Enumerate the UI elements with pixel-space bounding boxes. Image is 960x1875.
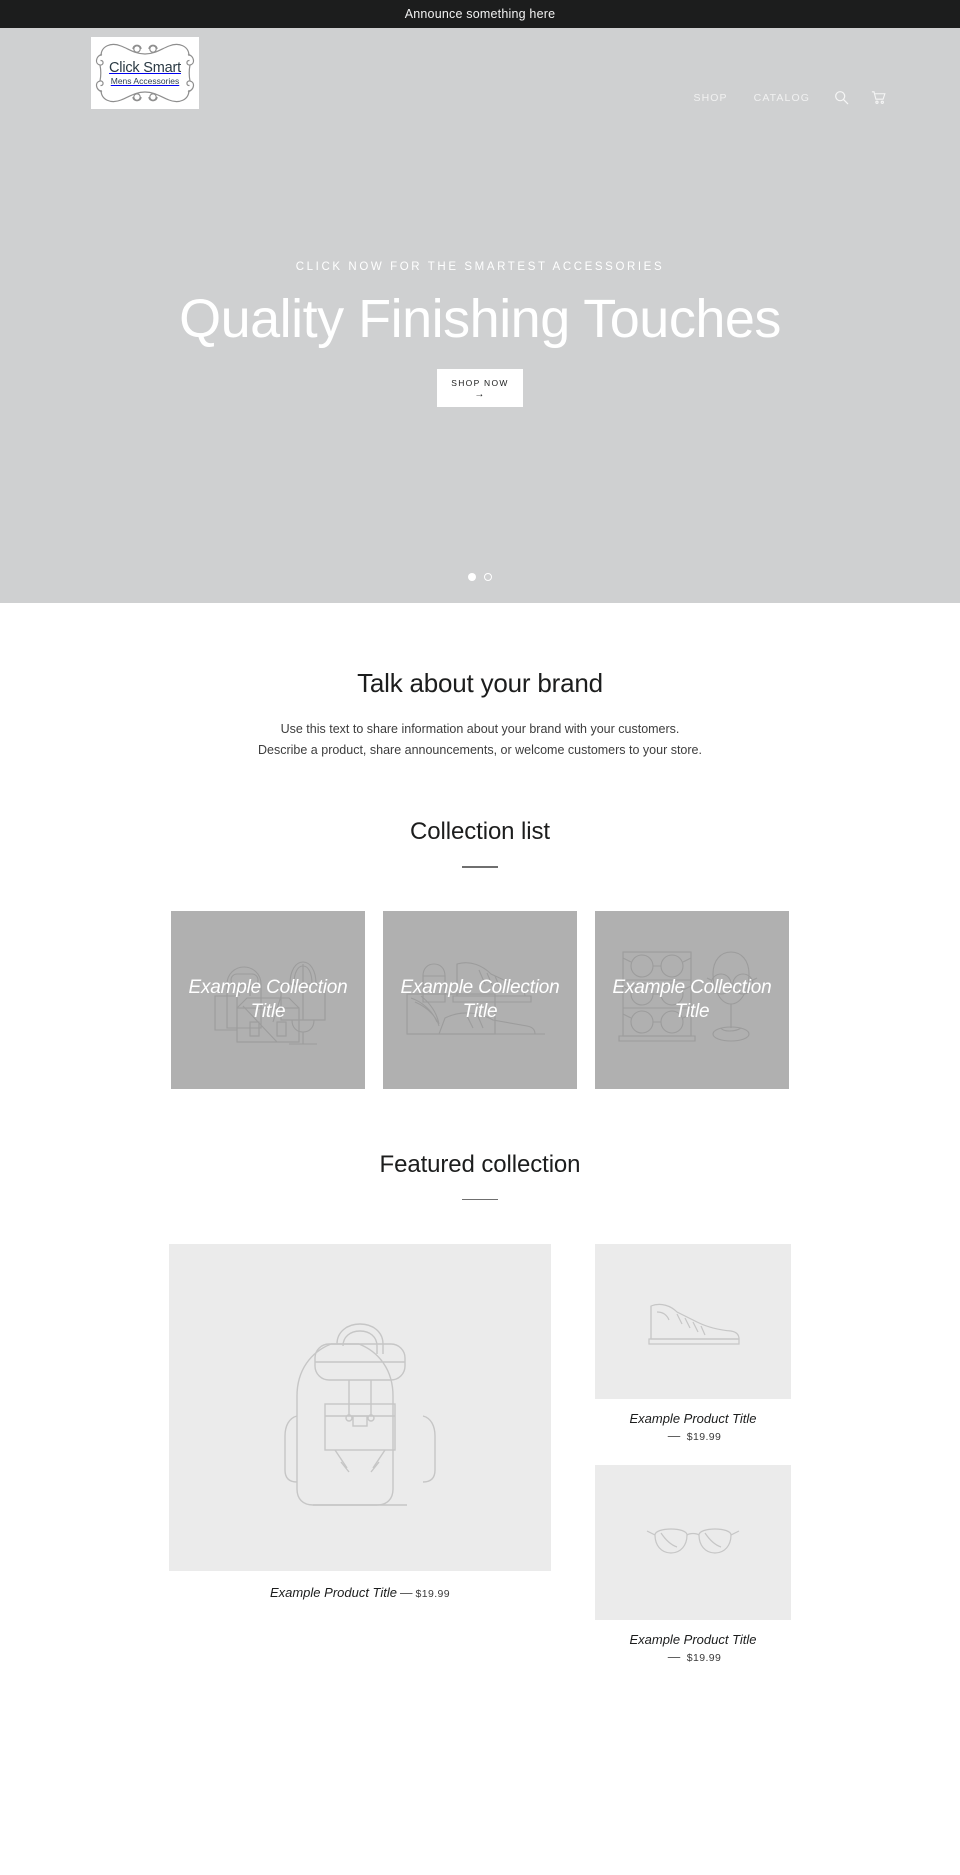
sneaker-illustration-icon [645, 1294, 741, 1350]
product-card: Example Product Title — $19.99 [595, 1244, 791, 1443]
featured-collection-heading: Featured collection [0, 1151, 960, 1201]
product-card: Example Product Title — $19.99 [595, 1465, 791, 1664]
collection-card-title: Example Collection Title [188, 977, 348, 1022]
logo-tagline: Mens Accessories [110, 76, 180, 86]
product-meta: Example Product Title — $19.99 [595, 1411, 791, 1443]
product-image-sneaker[interactable] [595, 1244, 791, 1400]
featured-collection-title: Featured collection [379, 1150, 581, 1178]
slideshow-pagination [0, 573, 960, 581]
product-image-glasses[interactable] [595, 1465, 791, 1621]
primary-navigation: SHOP CATALOG [681, 90, 899, 105]
backpack-illustration-icon [275, 1300, 445, 1515]
collection-card-shoes[interactable]: Example Collection Title [383, 910, 577, 1089]
product-title: Example Product Title [269, 1585, 398, 1601]
collection-card-eyewear[interactable]: Example Collection Title [595, 910, 789, 1089]
search-icon[interactable] [823, 90, 860, 105]
collection-list-heading: Collection list [0, 818, 960, 868]
announcement-bar: Announce something here [0, 0, 960, 28]
product-image-backpack[interactable] [169, 1244, 551, 1572]
collection-list-title: Collection list [410, 818, 550, 846]
collection-card-bags[interactable]: Example Collection Title [171, 910, 365, 1089]
logo-flourish-right-icon [185, 52, 197, 94]
hero-content: CLICK NOW FOR THE SMARTEST ACCESSORIES Q… [0, 261, 960, 408]
product-price: $19.99 [415, 1588, 451, 1601]
product-title: Example Product Title [629, 1411, 757, 1427]
heading-rule [462, 1198, 498, 1201]
glasses-illustration-icon [645, 1521, 741, 1565]
logo-flourish-left-icon [93, 52, 105, 94]
cart-icon[interactable] [860, 90, 898, 105]
hero-kicker: CLICK NOW FOR THE SMARTEST ACCESSORIES [295, 261, 665, 273]
hero-title: Quality Finishing Touches [179, 289, 781, 349]
rich-text-line-1: Use this text to share information about… [280, 722, 680, 736]
shop-now-button[interactable]: SHOP NOW → [437, 369, 523, 408]
hero-slideshow: Click Smart Mens Accessories SHOP CATALO… [0, 28, 960, 603]
product-dash: — [667, 1429, 681, 1444]
heading-rule [462, 866, 498, 868]
collection-list-section: Collection list Example Collection Title… [0, 760, 960, 1089]
logo-flourish-top-icon [97, 40, 193, 60]
product-dash: — [667, 1650, 681, 1665]
rich-text-section: Talk about your brand Use this text to s… [0, 603, 960, 760]
logo-name: Click Smart [109, 59, 181, 76]
product-price: $19.99 [686, 1652, 722, 1665]
announcement-text: Announce something here [404, 7, 556, 21]
logo-flourish-bottom-icon [97, 86, 193, 106]
product-column-left: Example Product Title — $19.99 [169, 1244, 551, 1600]
arrow-right-icon: → [474, 389, 486, 401]
product-meta: Example Product Title — $19.99 [595, 1632, 791, 1664]
slide-dot-2[interactable] [484, 573, 492, 581]
product-grid: Example Product Title — $19.99 Example P… [0, 1244, 960, 1664]
rich-text-line-2: Describe a product, share announcements,… [258, 742, 702, 757]
product-title: Example Product Title [629, 1632, 757, 1648]
collection-card-title: Example Collection Title [612, 977, 772, 1022]
product-dash: — [400, 1586, 413, 1601]
featured-collection-section: Featured collection Example Product Titl… [0, 1089, 960, 1664]
site-header: Click Smart Mens Accessories SHOP CATALO… [0, 28, 960, 138]
product-card: Example Product Title — $19.99 [169, 1244, 551, 1600]
rich-text-title: Talk about your brand [357, 668, 603, 698]
nav-link-catalog[interactable]: CATALOG [741, 92, 823, 104]
nav-link-shop[interactable]: SHOP [681, 92, 741, 104]
slide-dot-1[interactable] [468, 573, 476, 581]
collection-card-title: Example Collection Title [400, 977, 560, 1022]
product-column-right: Example Product Title — $19.99 Example P… [595, 1244, 791, 1664]
shop-now-label: SHOP NOW [451, 377, 509, 388]
product-meta: Example Product Title — $19.99 [169, 1585, 551, 1600]
site-logo[interactable]: Click Smart Mens Accessories [91, 37, 199, 109]
product-price: $19.99 [686, 1431, 722, 1444]
collection-grid: Example Collection Title Example Collect… [0, 910, 960, 1089]
